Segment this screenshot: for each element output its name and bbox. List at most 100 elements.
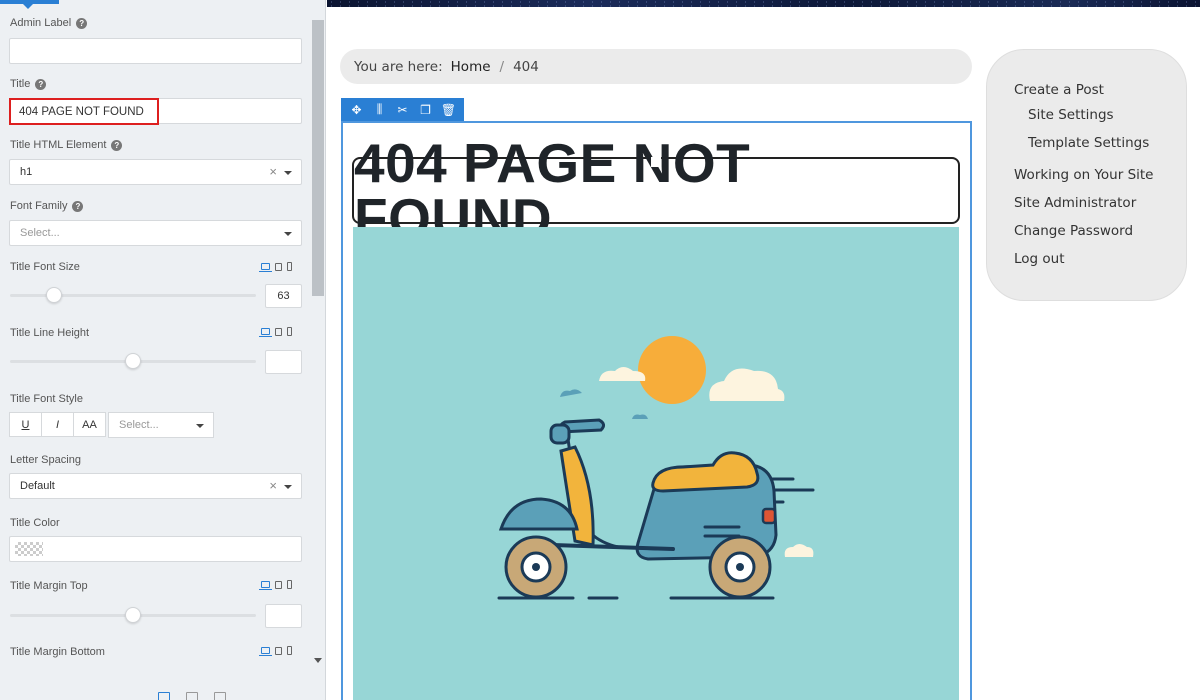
chevron-down-icon[interactable] <box>284 171 292 175</box>
title-font-size-label: Title Font Size <box>10 261 80 273</box>
tablet-icon[interactable] <box>275 580 282 589</box>
tablet-icon[interactable] <box>275 262 282 271</box>
cloud-shape <box>632 414 648 419</box>
breadcrumb: You are here: Home / 404 <box>340 49 972 84</box>
title-color-picker[interactable] <box>9 536 302 562</box>
cloud-shape <box>709 368 785 401</box>
title-line-height-text: Title Line Height <box>10 327 90 339</box>
title-font-style-label: Title Font Style <box>10 393 83 405</box>
desktop-icon[interactable] <box>259 263 272 272</box>
active-tab-notch <box>23 4 33 9</box>
select-placeholder: Select... <box>20 227 60 239</box>
color-swatch[interactable] <box>15 542 43 556</box>
columns-icon[interactable]: ⫼ <box>371 102 389 117</box>
italic-button[interactable]: I <box>41 412 74 437</box>
scooter-image <box>497 336 815 600</box>
preview-device-switcher <box>158 692 226 700</box>
breadcrumb-home-link[interactable]: Home <box>451 59 491 75</box>
title-label-text: Title <box>10 78 31 90</box>
slider-handle[interactable] <box>125 607 141 623</box>
slider-handle[interactable] <box>125 353 141 369</box>
menu-item-site-settings[interactable]: Site Settings <box>1028 107 1114 123</box>
desktop-icon[interactable] <box>259 647 272 656</box>
help-icon[interactable]: ? <box>72 200 84 212</box>
title-line-height-slider[interactable] <box>10 353 256 369</box>
title-line-height-input[interactable] <box>265 350 302 374</box>
title-input[interactable]: 404 PAGE NOT FOUND <box>9 98 159 125</box>
font-weight-select[interactable]: Select... <box>108 412 214 438</box>
title-margin-top-text: Title Margin Top <box>10 580 88 592</box>
title-frame: 404 PAGE NOT FOUND <box>352 135 960 245</box>
responsive-toggle <box>259 262 292 272</box>
mobile-icon[interactable] <box>287 646 292 655</box>
chevron-down-icon[interactable] <box>284 485 292 489</box>
responsive-toggle <box>259 580 292 590</box>
admin-label-text: Admin Label <box>10 17 72 29</box>
menu-item-working-on-site[interactable]: Working on Your Site <box>1014 167 1154 183</box>
font-style-buttons: U I AA <box>9 412 106 437</box>
menu-item-change-password[interactable]: Change Password <box>1014 223 1133 239</box>
title-font-size-text: Title Font Size <box>10 261 80 273</box>
chevron-down-icon[interactable] <box>284 232 292 236</box>
font-family-select[interactable]: Select... <box>9 220 302 246</box>
title-margin-top-slider[interactable] <box>10 607 256 623</box>
help-icon[interactable]: ? <box>35 78 47 90</box>
number-value: 63 <box>277 290 290 302</box>
clear-icon[interactable]: × <box>269 164 277 179</box>
select-value: h1 <box>20 166 33 178</box>
font-family-text: Font Family <box>10 200 68 212</box>
move-icon[interactable]: ✥ <box>348 103 366 117</box>
user-menu: Create a Post Site Settings Template Set… <box>986 49 1187 301</box>
title-color-text: Title Color <box>10 517 60 529</box>
title-font-size-input[interactable]: 63 <box>265 284 302 308</box>
mobile-icon[interactable] <box>287 327 292 336</box>
help-icon[interactable]: ? <box>111 139 123 151</box>
scroll-down-icon[interactable] <box>314 658 322 663</box>
duplicate-icon[interactable]: ❐ <box>417 103 435 117</box>
title-html-element-text: Title HTML Element <box>10 139 107 151</box>
responsive-toggle <box>259 646 292 656</box>
title-html-element-label: Title HTML Element ? <box>10 139 123 151</box>
title-margin-bottom-text: Title Margin Bottom <box>10 646 105 658</box>
title-font-size-slider[interactable] <box>10 287 256 303</box>
uppercase-button[interactable]: AA <box>73 412 106 437</box>
tablet-icon[interactable] <box>275 646 282 655</box>
title-line-height-label: Title Line Height <box>10 327 89 339</box>
tablet-icon[interactable] <box>275 327 282 336</box>
mobile-preview-icon[interactable] <box>214 692 226 700</box>
chevron-down-icon[interactable] <box>196 424 204 428</box>
desktop-icon[interactable] <box>259 581 272 590</box>
help-icon[interactable]: ? <box>76 17 88 29</box>
title-html-element-select[interactable]: h1 × <box>9 159 302 185</box>
breadcrumb-separator: / <box>499 58 505 75</box>
mobile-icon[interactable] <box>287 262 292 271</box>
desktop-icon[interactable] <box>259 328 272 337</box>
title-label: Title ? <box>10 78 47 90</box>
title-margin-top-label: Title Margin Top <box>10 580 88 592</box>
letter-spacing-label: Letter Spacing <box>10 454 81 466</box>
underline-button[interactable]: U <box>9 412 42 437</box>
tablet-preview-icon[interactable] <box>186 692 198 700</box>
mobile-icon[interactable] <box>287 580 292 589</box>
title-font-style-text: Title Font Style <box>10 393 83 405</box>
menu-item-site-administrator[interactable]: Site Administrator <box>1014 195 1136 211</box>
slider-handle[interactable] <box>46 287 63 303</box>
title-margin-bottom-label: Title Margin Bottom <box>10 646 105 658</box>
settings-icon[interactable]: ✂ <box>394 103 412 117</box>
title-color-label: Title Color <box>10 517 60 529</box>
menu-item-create-post[interactable]: Create a Post <box>1014 82 1104 98</box>
menu-item-template-settings[interactable]: Template Settings <box>1028 135 1149 151</box>
admin-label-input[interactable] <box>9 38 302 64</box>
clear-icon[interactable]: × <box>269 478 277 493</box>
header-banner <box>327 0 1200 7</box>
scrollbar-thumb[interactable] <box>312 20 324 296</box>
delete-icon[interactable]: 🗑 <box>440 103 458 117</box>
desktop-preview-icon[interactable] <box>158 692 170 700</box>
title-input-value: 404 PAGE NOT FOUND <box>19 105 144 118</box>
title-margin-top-input[interactable] <box>265 604 302 628</box>
responsive-toggle <box>259 327 292 337</box>
letter-spacing-select[interactable]: Default × <box>9 473 302 499</box>
menu-item-log-out[interactable]: Log out <box>1014 251 1065 267</box>
breadcrumb-prefix: You are here: <box>354 58 443 75</box>
font-family-label: Font Family ? <box>10 200 84 212</box>
